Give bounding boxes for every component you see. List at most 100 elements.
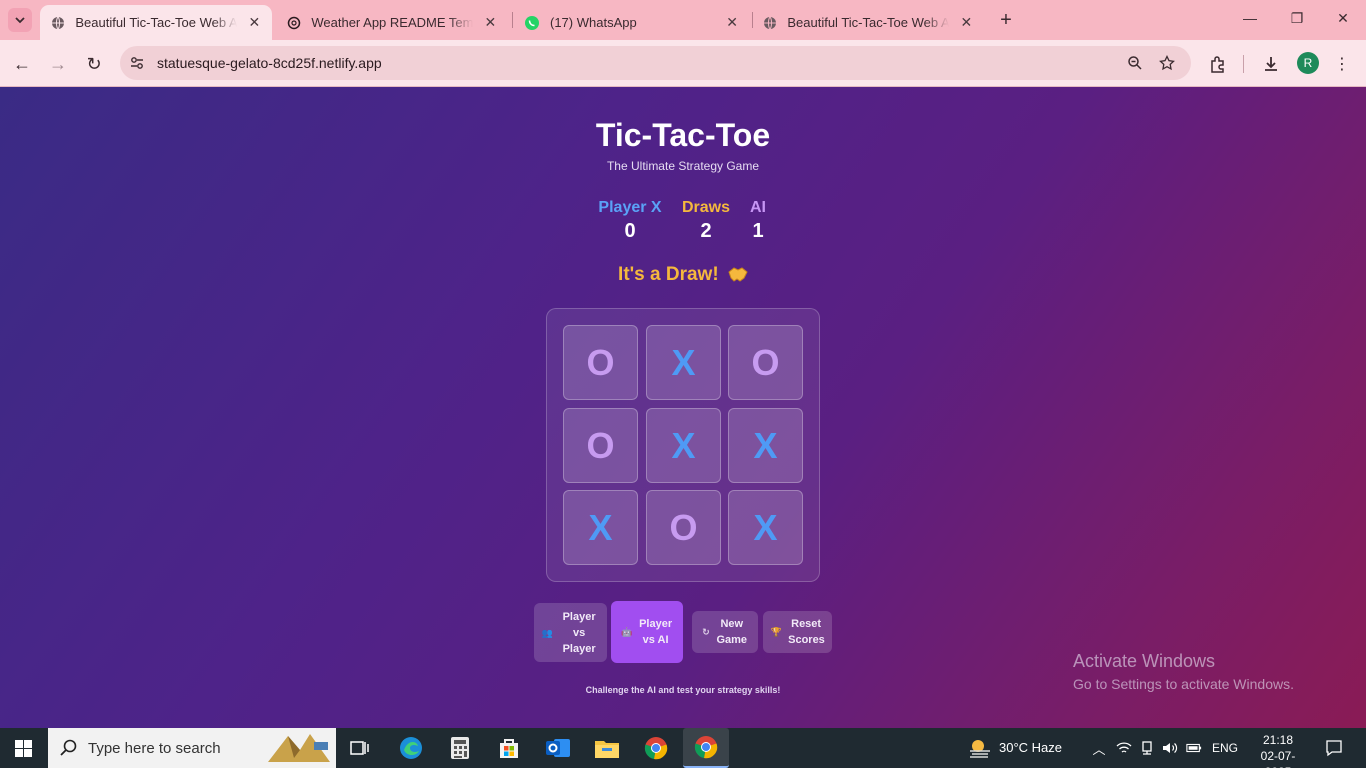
game-board: O X O O X X X O X [546, 308, 820, 582]
browser-toolbar: ← → ↻ statuesque-gelato-8cd25f.netlify.a… [0, 40, 1366, 87]
tab-whatsapp[interactable]: (17) WhatsApp ✕ [514, 5, 750, 40]
board-cell[interactable]: X [728, 408, 803, 483]
board-cell[interactable]: O [646, 490, 721, 565]
page-subtitle: The Ultimate Strategy Game [606, 159, 760, 173]
score-draws: Draws 2 [678, 199, 734, 243]
reset-scores-button[interactable]: 🏆 Reset Scores [763, 611, 832, 653]
new-tab-button[interactable]: + [996, 9, 1016, 32]
tab-close-icon[interactable]: ✕ [483, 14, 498, 31]
tab-close-icon[interactable]: ✕ [959, 14, 974, 31]
watermark-title: Activate Windows [1073, 651, 1216, 671]
tab-close-icon[interactable]: ✕ [247, 14, 262, 31]
board-cell[interactable]: X [646, 408, 721, 483]
forward-icon[interactable]: → [46, 52, 70, 76]
weather-haze-icon [970, 740, 990, 758]
task-view-icon[interactable] [346, 734, 374, 762]
tab-close-icon[interactable]: ✕ [724, 14, 740, 31]
score-value: 1 [752, 220, 764, 242]
score-ai: AI 1 [744, 199, 772, 243]
clock-date: 02-07-2025 [1260, 749, 1296, 768]
trophy-icon: 🏆 [770, 627, 783, 637]
tab-title: Beautiful Tic-Tac-Toe Web Appl [75, 15, 237, 30]
score-label: AI [750, 199, 766, 216]
bookmark-star-icon[interactable] [1158, 54, 1176, 72]
globe-icon [762, 15, 777, 31]
chevron-up-icon[interactable]: ︿ [1091, 740, 1107, 757]
tab-title: Beautiful Tic-Tac-Toe Web Appl [787, 15, 949, 30]
profile-avatar[interactable]: R [1297, 52, 1319, 74]
site-settings-icon[interactable] [128, 54, 146, 72]
window-close-icon[interactable]: ✕ [1333, 10, 1353, 27]
robot-icon: 🤖 [621, 627, 633, 637]
board-cell[interactable]: O [563, 408, 638, 483]
button-label: Player vs AI [639, 618, 673, 646]
browser-tab-bar: Beautiful Tic-Tac-Toe Web Appl ✕ Weather… [0, 0, 1366, 40]
network-icon[interactable] [1139, 740, 1155, 756]
zoom-icon[interactable] [1126, 54, 1144, 72]
globe-icon [50, 15, 65, 31]
score-label: Player X [598, 199, 662, 216]
windows-start-icon[interactable] [15, 740, 32, 757]
notifications-icon[interactable] [1325, 739, 1343, 757]
whatsapp-icon [524, 15, 540, 31]
board-cell[interactable]: X [646, 325, 721, 400]
calculator-icon[interactable] [446, 734, 474, 762]
game-page: Tic-Tac-Toe The Ultimate Strategy Game P… [0, 87, 1366, 728]
tab-tictactoe-active[interactable]: Beautiful Tic-Tac-Toe Web Appl ✕ [40, 5, 272, 40]
reload-icon[interactable]: ↻ [82, 52, 106, 76]
outlook-icon[interactable] [544, 734, 572, 762]
back-icon[interactable]: ← [10, 52, 34, 76]
tab-title: Weather App README Template [311, 15, 473, 30]
weather-text[interactable]: 30°C Haze [999, 740, 1062, 755]
board-cell[interactable]: O [728, 325, 803, 400]
watermark-subtitle: Go to Settings to activate Windows. [1073, 676, 1294, 692]
search-highlight-art-icon [268, 734, 330, 762]
chrome-icon[interactable] [642, 734, 670, 762]
tab-separator [512, 12, 513, 28]
score-value: 0 [624, 220, 636, 242]
board-cell[interactable]: O [563, 325, 638, 400]
search-icon [60, 739, 77, 756]
language-indicator[interactable]: ENG [1212, 741, 1238, 755]
battery-icon[interactable] [1186, 740, 1202, 756]
tab-weather-readme[interactable]: Weather App README Template ✕ [276, 5, 508, 40]
chrome-active-window-icon[interactable] [683, 728, 729, 768]
tab-title: (17) WhatsApp [550, 15, 637, 30]
microsoft-store-icon[interactable] [495, 734, 523, 762]
edge-icon[interactable] [397, 734, 425, 762]
page-title: Tic-Tac-Toe [595, 117, 771, 153]
volume-icon[interactable] [1162, 740, 1178, 756]
clock-time: 21:18 [1262, 733, 1294, 747]
extensions-icon[interactable] [1207, 53, 1229, 75]
chevron-down-icon [15, 17, 25, 24]
search-placeholder: Type here to search [88, 740, 221, 757]
restore-icon[interactable]: ❐ [1287, 10, 1307, 27]
taskbar-search[interactable]: Type here to search [48, 728, 336, 768]
users-icon: 👥 [541, 627, 554, 638]
tab-tictactoe-2[interactable]: Beautiful Tic-Tac-Toe Web Appl ✕ [752, 5, 984, 40]
button-label: Reset Scores [788, 618, 825, 646]
score-label: Draws [681, 199, 731, 216]
toolbar-divider [1243, 55, 1244, 73]
new-game-button[interactable]: ↻ New Game [692, 611, 758, 653]
url-text: statuesque-gelato-8cd25f.netlify.app [157, 55, 382, 71]
handshake-icon [728, 266, 748, 288]
score-value: 2 [700, 220, 712, 242]
tab-search-button[interactable] [8, 8, 32, 32]
player-vs-player-button[interactable]: 👥 Player vs Player [534, 603, 607, 662]
file-explorer-icon[interactable] [593, 734, 621, 762]
taskbar-clock[interactable]: 21:18 02-07-2025 [1250, 732, 1306, 768]
wifi-icon[interactable] [1116, 740, 1132, 756]
minimize-icon[interactable]: — [1240, 10, 1260, 26]
address-bar[interactable]: statuesque-gelato-8cd25f.netlify.app [120, 46, 1191, 80]
status-text: It's a Draw! [618, 264, 719, 285]
button-label: Player vs Player [562, 610, 596, 655]
player-vs-ai-button[interactable]: 🤖 Player vs AI [611, 601, 683, 663]
board-cell[interactable]: X [563, 490, 638, 565]
activate-windows-watermark: Activate Windows Go to Settings to activ… [1073, 651, 1294, 692]
windows-taskbar: Type here to search 30°C Haze ︿ ENG 21:1… [0, 728, 1366, 768]
board-cell[interactable]: X [728, 490, 803, 565]
menu-kebab-icon[interactable]: ⋮ [1331, 53, 1353, 75]
downloads-icon[interactable] [1260, 53, 1282, 75]
game-status: It's a Draw! [0, 264, 1366, 288]
